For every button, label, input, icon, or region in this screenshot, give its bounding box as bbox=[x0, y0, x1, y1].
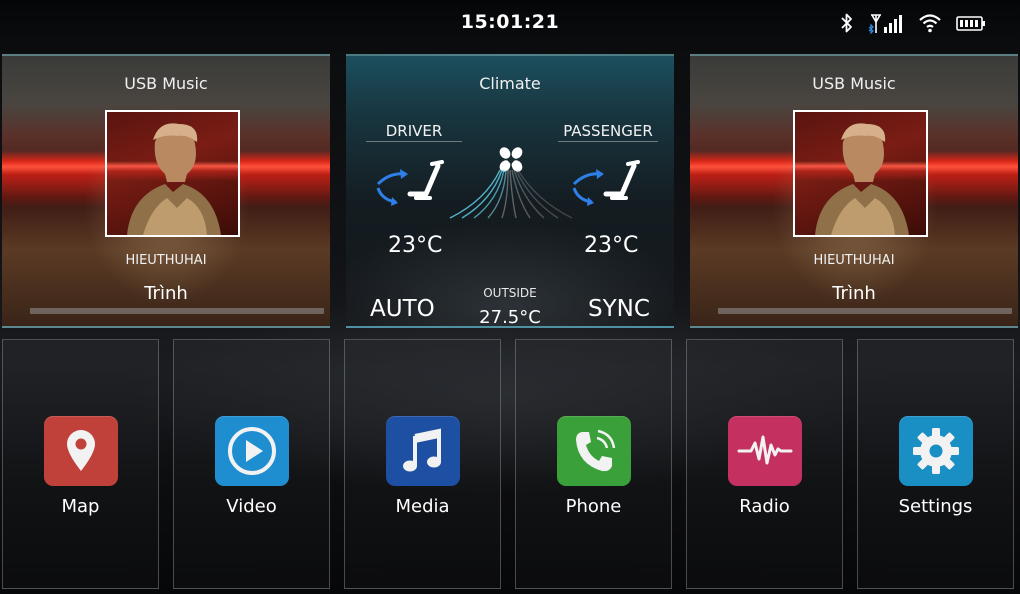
app-label: Phone bbox=[565, 496, 622, 517]
bluetooth-icon bbox=[841, 13, 852, 33]
artist-name: HIEUTHUHAI bbox=[125, 253, 207, 268]
app-settings[interactable]: Settings bbox=[857, 339, 1014, 589]
app-label: Media bbox=[395, 496, 450, 517]
song-title: Trình bbox=[144, 283, 188, 304]
driver-seat-airflow-icon[interactable] bbox=[372, 156, 452, 212]
passenger-temperature[interactable]: 23°C bbox=[584, 233, 638, 258]
widget-title: USB Music bbox=[124, 74, 208, 93]
app-icon-media[interactable] bbox=[386, 416, 460, 486]
playback-progress-bar[interactable] bbox=[718, 308, 1012, 314]
usb-music-widget-left[interactable]: USB Music HIEUTHUHAI Trình bbox=[2, 54, 330, 328]
app-video[interactable]: Video bbox=[173, 339, 330, 589]
sync-button[interactable]: SYNC bbox=[588, 296, 650, 322]
app-map[interactable]: Map bbox=[2, 339, 159, 589]
battery-icon bbox=[956, 16, 985, 31]
app-icon-radio[interactable] bbox=[728, 416, 802, 486]
app-label: Radio bbox=[739, 496, 790, 517]
app-icon-video[interactable] bbox=[215, 416, 289, 486]
usb-music-widget-right[interactable]: USB Music HIEUTHUHAI Trình bbox=[690, 54, 1018, 328]
playback-progress-bar[interactable] bbox=[30, 308, 324, 314]
driver-zone-label: DRIVER bbox=[366, 122, 462, 142]
artist-name: HIEUTHUHAI bbox=[813, 253, 895, 268]
music-note-icon bbox=[403, 428, 441, 472]
phone-icon bbox=[576, 429, 616, 472]
climate-widget[interactable]: Climate DRIVER PASSENGER 23°C 23°C AUTO … bbox=[346, 54, 674, 328]
album-art-image bbox=[815, 123, 909, 235]
app-label: Map bbox=[61, 496, 100, 517]
passenger-seat-airflow-icon[interactable] bbox=[568, 156, 648, 212]
passenger-zone-label: PASSENGER bbox=[558, 122, 658, 142]
status-bar: 15:01:21 bbox=[0, 0, 1020, 48]
status-icons bbox=[840, 12, 986, 34]
wifi-icon bbox=[919, 14, 941, 33]
app-label: Video bbox=[226, 496, 277, 517]
airflow-lines-icon bbox=[449, 169, 573, 219]
album-art-image bbox=[127, 123, 221, 235]
signal-icon bbox=[868, 14, 902, 34]
gear-icon bbox=[913, 428, 959, 474]
widget-title: USB Music bbox=[812, 74, 896, 93]
album-art[interactable] bbox=[105, 110, 240, 237]
app-icon-settings[interactable] bbox=[899, 416, 973, 486]
waveform-icon bbox=[737, 435, 793, 465]
app-icon-phone[interactable] bbox=[557, 416, 631, 486]
song-title: Trình bbox=[832, 283, 876, 304]
album-art[interactable] bbox=[793, 110, 928, 237]
app-label: Settings bbox=[898, 496, 973, 517]
app-icon-map[interactable] bbox=[44, 416, 118, 486]
app-radio[interactable]: Radio bbox=[686, 339, 843, 589]
map-pin-icon bbox=[67, 430, 95, 471]
play-icon bbox=[228, 427, 276, 475]
app-phone[interactable]: Phone bbox=[515, 339, 672, 589]
driver-temperature[interactable]: 23°C bbox=[388, 233, 442, 258]
widget-title: Climate bbox=[479, 74, 541, 93]
app-media[interactable]: Media bbox=[344, 339, 501, 589]
